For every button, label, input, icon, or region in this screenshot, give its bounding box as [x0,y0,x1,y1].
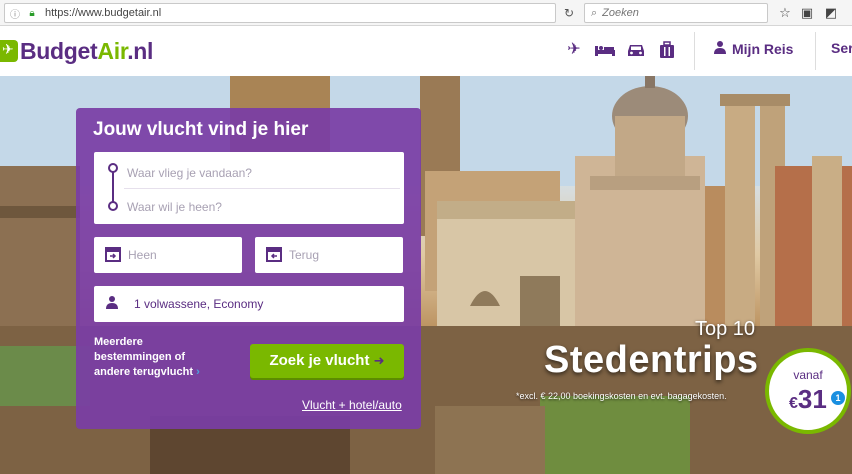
calendar-return-icon [266,246,282,263]
route-input-group: Waar vlieg je vandaan? Waar wil je heen? [94,152,404,224]
depart-date-field[interactable]: Heen [94,237,242,273]
multi-line-2: bestemmingen of [94,351,186,363]
lock-icon: 🔒︎ [29,7,35,19]
promo-footnote: *excl. € 22,00 boekingskosten en evt. ba… [516,391,727,401]
multi-line-1: Meerdere [94,336,143,348]
mijn-reis-link[interactable]: Mijn Reis [714,40,793,57]
from-field[interactable]: Waar vlieg je vandaan? [127,166,252,180]
browser-search-field[interactable]: ⌕ [584,3,768,23]
person-icon [714,40,726,57]
price-from-label: vanaf [793,368,823,382]
nav-divider [815,32,816,70]
url-text[interactable]: https://www.budgetair.nl [45,7,161,19]
address-bar[interactable]: ⓘ 🔒︎ https://www.budgetair.nl [4,3,556,23]
hero-banner: Jouw vlucht vind je hier Waar vlieg je v… [0,76,852,474]
search-button-label: Zoek je vlucht [269,352,370,369]
browser-toolbar: ⓘ 🔒︎ https://www.budgetair.nl ↻ ⌕ ☆ ▣ ◩ [0,0,852,26]
multi-destination-link[interactable]: Meerdere bestemmingen of andere terugvlu… [94,335,219,380]
person-icon [106,295,118,312]
to-field[interactable]: Waar wil je heen? [127,200,222,214]
bed-icon[interactable] [594,40,616,60]
search-title: Jouw vlucht vind je hier [93,119,309,140]
flight-search-panel: Jouw vlucht vind je hier Waar vlieg je v… [76,108,421,429]
logo-text-budget: Budget [20,37,98,64]
plane-icon[interactable]: ✈ [563,40,585,60]
site-header: BudgetAir.nl ✈ Mijn Reis Ser [0,26,852,76]
route-connector-icon [108,163,118,211]
price-badge[interactable]: vanaf €31 1 [765,348,851,434]
product-nav: ✈ [563,40,678,60]
mijn-reis-label: Mijn Reis [732,40,794,57]
logo-text-air: Air [97,37,128,64]
return-date-field[interactable]: Terug [255,237,403,273]
search-flight-button[interactable]: Zoek je vlucht ➜ [250,344,404,378]
bookmark-star-icon[interactable]: ☆ [776,4,794,22]
return-label: Terug [289,248,320,262]
budgetair-logo[interactable]: BudgetAir.nl [0,38,153,64]
logo-plane-icon [0,40,18,62]
reload-icon[interactable]: ↻ [558,3,580,23]
logo-text-nl: .nl [127,37,154,64]
pocket-icon[interactable]: ◩ [822,4,840,22]
service-link[interactable]: Ser [831,40,852,56]
multi-line-3: andere terugvlucht [94,366,194,378]
promo-title[interactable]: Stedentrips [544,339,759,382]
field-divider [124,188,400,189]
chevron-right-icon: › [196,366,200,378]
car-icon[interactable] [625,40,647,60]
clipboard-icon[interactable]: ▣ [798,4,816,22]
browser-search-input[interactable] [602,7,753,19]
info-icon[interactable]: 1 [831,391,845,405]
nav-divider [694,32,695,70]
passengers-value: 1 volwassene, Economy [134,297,264,311]
luggage-icon[interactable] [656,40,678,60]
price-value: €31 [789,384,827,414]
arrow-right-icon: ➜ [373,353,385,368]
search-icon: ⌕ [591,6,598,19]
flight-hotel-link[interactable]: Vlucht + hotel/auto [302,398,402,412]
depart-label: Heen [128,248,157,262]
promo-top10[interactable]: Top 10 [695,318,755,341]
passengers-field[interactable]: 1 volwassene, Economy [94,286,404,322]
calendar-depart-icon [105,246,121,263]
info-icon[interactable]: ⓘ [8,6,22,21]
